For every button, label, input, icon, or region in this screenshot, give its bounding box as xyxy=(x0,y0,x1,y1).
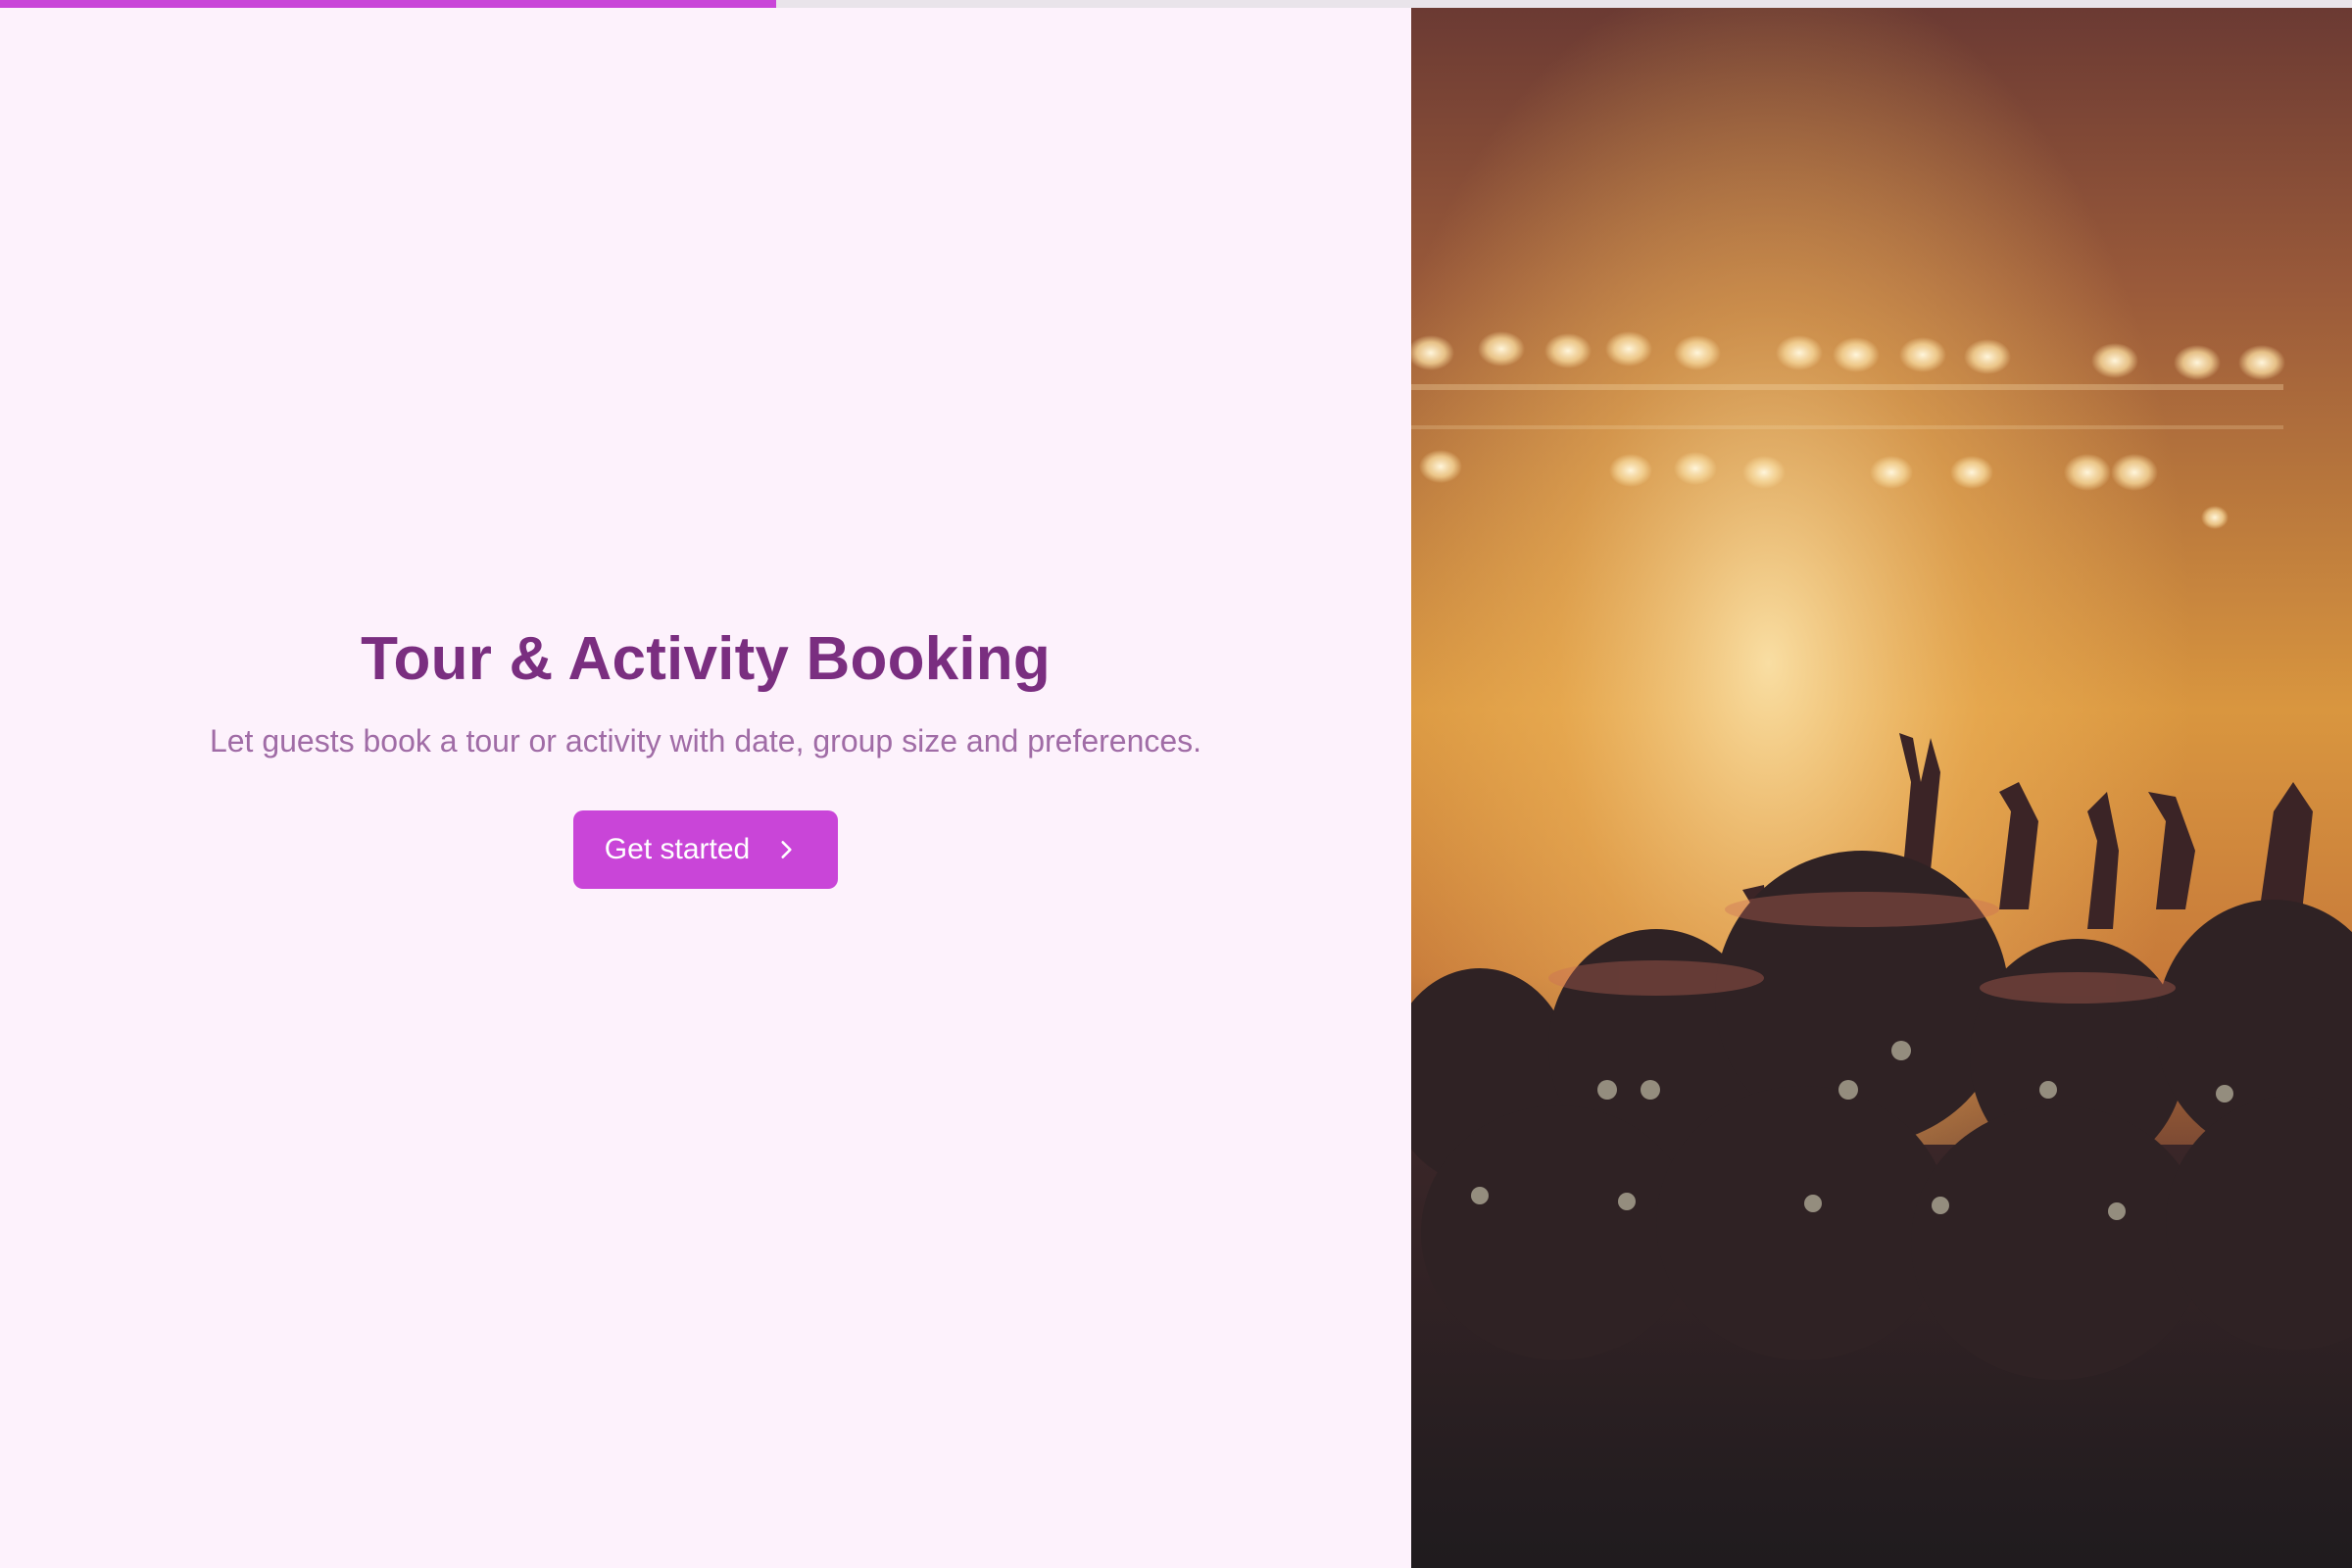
get-started-label: Get started xyxy=(604,833,751,865)
page-title: Tour & Activity Booking xyxy=(361,625,1051,693)
page-subtitle: Let guests book a tour or activity with … xyxy=(209,723,1202,759)
get-started-button[interactable]: Get started xyxy=(572,810,839,889)
hero-panel: Tour & Activity Booking Let guests book … xyxy=(0,8,1411,1568)
progress-bar-fill xyxy=(0,0,776,8)
concert-scene-illustration xyxy=(1411,8,2352,1568)
chevron-right-icon xyxy=(781,841,792,858)
progress-bar xyxy=(0,0,2352,8)
concert-crowd-photo xyxy=(1411,8,2352,1568)
